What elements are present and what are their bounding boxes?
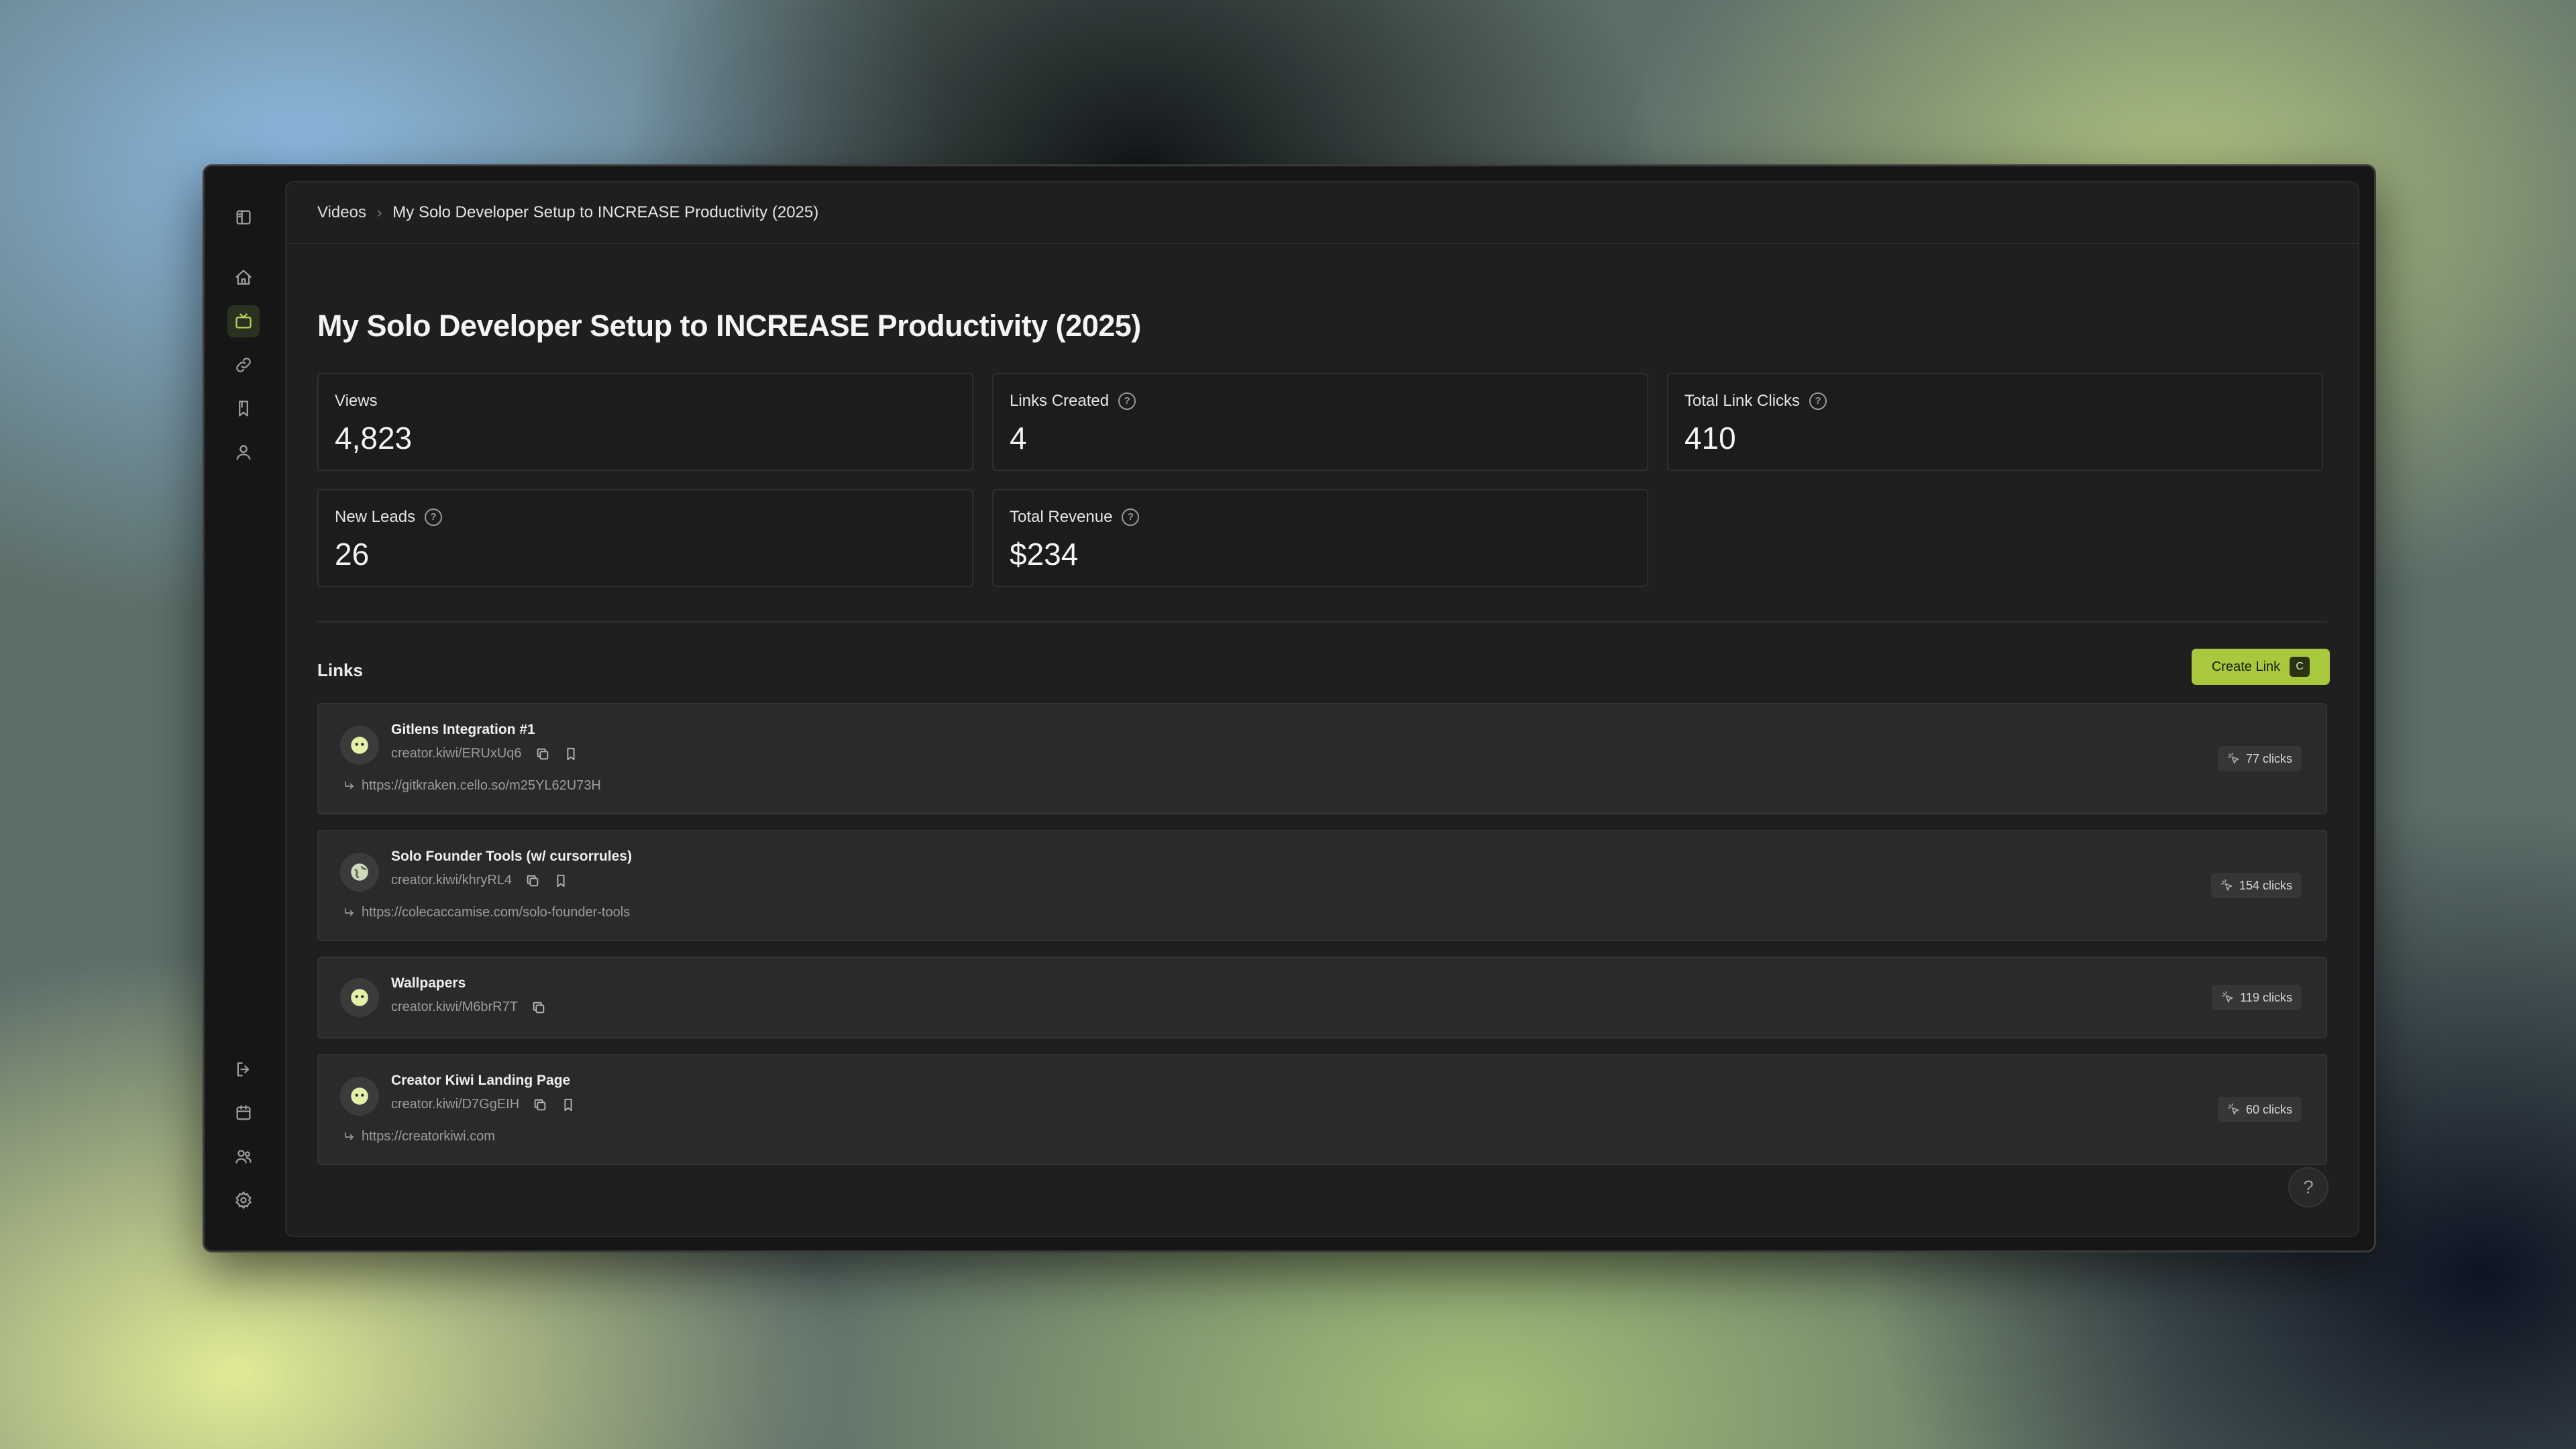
logout-icon[interactable]	[227, 1053, 260, 1085]
bookmark-icon[interactable]	[227, 392, 260, 425]
cursor-click-icon	[2220, 879, 2233, 891]
corner-down-right-icon	[343, 780, 356, 793]
bookmark-icon[interactable]	[564, 747, 578, 761]
copy-icon[interactable]	[535, 747, 550, 761]
copy-icon[interactable]	[531, 1000, 546, 1015]
help-circle-icon[interactable]: ?	[425, 508, 443, 526]
stat-value: 4,823	[335, 421, 413, 455]
link-card[interactable]: Wallpapers creator.kiwi/M6brR7T 119 clic…	[317, 957, 2327, 1038]
kiwi-avatar-icon	[340, 978, 379, 1017]
short-link: creator.kiwi/D7GgEIH	[391, 1097, 576, 1112]
kiwi-avatar-icon	[340, 1077, 379, 1116]
keyboard-shortcut-badge: C	[2290, 657, 2310, 677]
link-card[interactable]: Gitlens Integration #1 creator.kiwi/ERUx…	[317, 703, 2327, 814]
sidebar-toggle-icon[interactable]	[227, 201, 260, 233]
link-icon[interactable]	[227, 349, 260, 381]
links-section-title: Links	[317, 660, 363, 680]
short-url[interactable]: creator.kiwi/khryRL4	[391, 873, 512, 888]
clicks-badge: 60 clicks	[2217, 1097, 2302, 1122]
clicks-badge: 119 clicks	[2212, 985, 2302, 1010]
short-link: creator.kiwi/ERUxUq6	[391, 746, 578, 761]
help-circle-icon[interactable]: ?	[1118, 392, 1136, 410]
link-name[interactable]: Creator Kiwi Landing Page	[391, 1073, 570, 1089]
stat-value: 4	[1010, 421, 1027, 455]
user-icon[interactable]	[227, 436, 260, 468]
sidebar-rail	[205, 166, 284, 1250]
stat-card-new-leads: New Leads? 26	[317, 489, 973, 587]
stat-card-total-revenue: Total Revenue? $234	[992, 489, 1648, 587]
stat-card-total-link-clicks: Total Link Clicks? 410	[1667, 373, 2323, 471]
corner-down-right-icon	[343, 1130, 356, 1144]
destination-url-text[interactable]: https://creatorkiwi.com	[362, 1129, 495, 1144]
help-circle-icon[interactable]: ?	[1809, 392, 1827, 410]
help-button[interactable]: ?	[2288, 1167, 2328, 1208]
cursor-click-icon	[2227, 752, 2239, 764]
destination-url-text[interactable]: https://gitkraken.cello.so/m25YL62U73H	[362, 778, 601, 794]
clicks-badge: 154 clicks	[2210, 873, 2302, 898]
clicks-count: 60 clicks	[2245, 1102, 2292, 1116]
destination-url: https://creatorkiwi.com	[343, 1129, 495, 1144]
short-url[interactable]: creator.kiwi/ERUxUq6	[391, 746, 522, 761]
kiwi-avatar-icon	[340, 726, 379, 765]
stat-value: $234	[1010, 537, 1079, 572]
short-link: creator.kiwi/M6brR7T	[391, 1000, 546, 1015]
create-link-label: Create Link	[2211, 659, 2281, 674]
home-icon[interactable]	[227, 262, 260, 294]
cursor-click-icon	[2222, 991, 2233, 1003]
stat-label: Links Created	[1010, 392, 1110, 410]
users-icon[interactable]	[227, 1140, 260, 1173]
short-link: creator.kiwi/khryRL4	[391, 873, 568, 888]
main-panel: Videos › My Solo Developer Setup to INCR…	[285, 181, 2359, 1237]
stat-card-links-created: Links Created? 4	[992, 373, 1648, 471]
breadcrumb-videos-link[interactable]: Videos	[317, 203, 366, 222]
link-card[interactable]: Creator Kiwi Landing Page creator.kiwi/D…	[317, 1054, 2327, 1165]
short-url[interactable]: creator.kiwi/M6brR7T	[391, 1000, 518, 1015]
clicks-count: 77 clicks	[2245, 751, 2292, 765]
copy-icon[interactable]	[533, 1097, 547, 1112]
stat-label: Views	[335, 392, 378, 410]
link-name[interactable]: Gitlens Integration #1	[391, 722, 535, 738]
short-url[interactable]: creator.kiwi/D7GgEIH	[391, 1097, 519, 1112]
stat-label: Total Link Clicks	[1684, 392, 1801, 410]
copy-icon[interactable]	[525, 873, 540, 888]
destination-url: https://colecaccamise.com/solo-founder-t…	[343, 905, 630, 920]
page-title: My Solo Developer Setup to INCREASE Prod…	[317, 309, 1141, 343]
clicks-badge: 77 clicks	[2217, 746, 2302, 771]
bookmark-icon[interactable]	[561, 1097, 576, 1112]
globe-avatar-icon	[340, 853, 379, 892]
app-window: Videos › My Solo Developer Setup to INCR…	[203, 164, 2376, 1252]
tv-icon[interactable]	[227, 305, 260, 337]
corner-down-right-icon	[343, 906, 356, 920]
stat-value: 26	[335, 537, 370, 572]
stat-card-views: Views 4,823	[317, 373, 973, 471]
link-name[interactable]: Wallpapers	[391, 975, 466, 991]
breadcrumb: Videos › My Solo Developer Setup to INCR…	[286, 182, 2358, 244]
stat-label: New Leads	[335, 508, 416, 526]
create-link-button[interactable]: Create Link C	[2192, 649, 2330, 685]
destination-url-text[interactable]: https://colecaccamise.com/solo-founder-t…	[362, 905, 630, 920]
clicks-count: 119 clicks	[2240, 990, 2292, 1004]
stat-label: Total Revenue	[1010, 508, 1113, 526]
breadcrumb-current: My Solo Developer Setup to INCREASE Prod…	[392, 203, 819, 221]
clicks-count: 154 clicks	[2239, 878, 2292, 892]
section-divider	[317, 621, 2327, 623]
help-circle-icon[interactable]: ?	[1122, 508, 1140, 526]
link-card[interactable]: Solo Founder Tools (w/ cursorrules) crea…	[317, 830, 2327, 941]
cursor-click-icon	[2227, 1103, 2239, 1115]
link-name[interactable]: Solo Founder Tools (w/ cursorrules)	[391, 849, 632, 865]
destination-url: https://gitkraken.cello.so/m25YL62U73H	[343, 778, 601, 794]
stat-value: 410	[1684, 421, 1736, 455]
chevron-right-icon: ›	[376, 204, 382, 221]
calendar-icon[interactable]	[227, 1097, 260, 1129]
bookmark-icon[interactable]	[553, 873, 568, 888]
settings-icon[interactable]	[227, 1184, 260, 1216]
